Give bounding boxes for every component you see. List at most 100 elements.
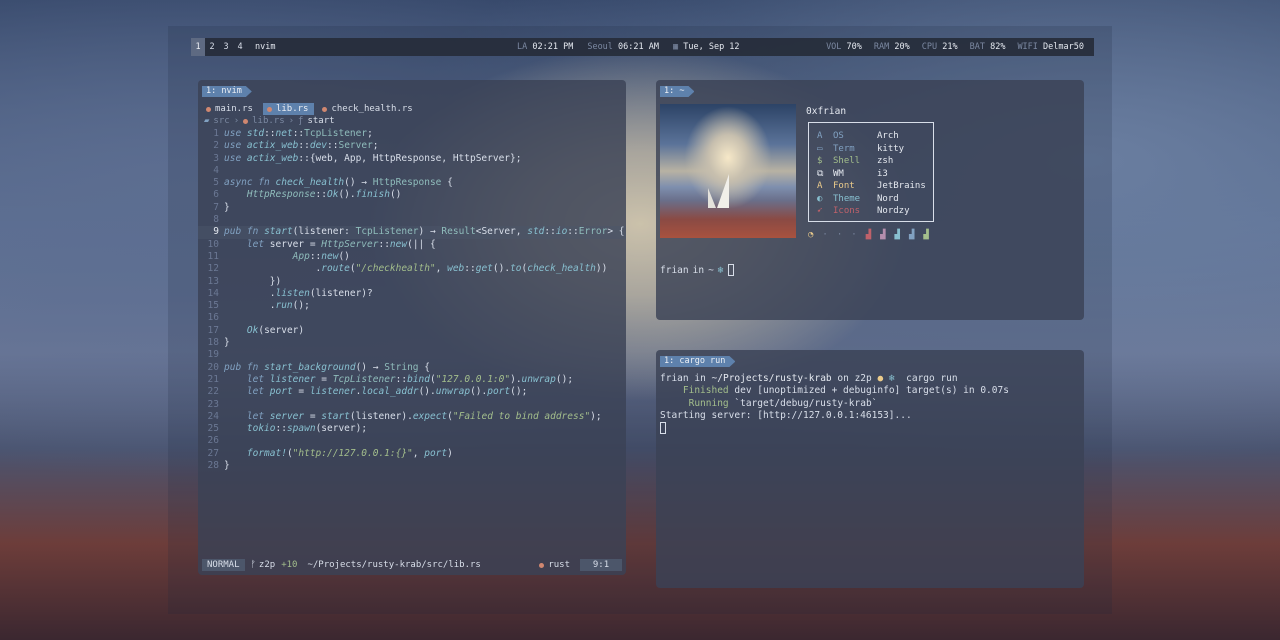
- git-branch: z2p: [258, 560, 276, 570]
- volume-stat[interactable]: VOL 70%: [826, 42, 862, 52]
- terminal-cargo-window[interactable]: 1: cargo run frian in ~/Projects/rusty-k…: [656, 350, 1084, 588]
- info-row-shell: $ Shell zsh: [817, 156, 894, 166]
- workspace-2[interactable]: 2: [205, 38, 219, 56]
- code-line: 21 let listener = TcpListener::bind("127…: [207, 373, 574, 385]
- ghost-icon: ▟: [880, 230, 886, 240]
- code-line-current: 9 pub fn start(listener: TcpListener) → R…: [198, 226, 626, 239]
- fetch-username: 0xfrian: [806, 106, 847, 117]
- code-line: 20 pub fn start_background() → String {: [207, 361, 430, 373]
- rust-file-icon: [539, 562, 545, 568]
- ghost-icon: ▟: [923, 230, 929, 240]
- code-line: 14 .listen(listener)?: [207, 287, 373, 299]
- palette-icon: ◐: [817, 193, 823, 204]
- terminal-icon: ▭: [817, 143, 823, 154]
- code-line: 16: [207, 312, 219, 324]
- code-line: 25 tokio::spawn(server);: [207, 423, 368, 435]
- status-bar: 1 2 3 4 nvim LA 02:21 PM Seoul 06:21 AM …: [191, 38, 1094, 56]
- rust-file-icon: [206, 106, 211, 112]
- info-row-theme: ◐ Theme Nord: [817, 193, 899, 204]
- ghost-icon: ▟: [865, 230, 872, 240]
- code-line: 7}: [213, 201, 230, 213]
- seoul-clock: Seoul 06:21 AM: [587, 42, 659, 52]
- text-cursor: [727, 264, 734, 276]
- cursor-icon: ➹: [817, 206, 823, 216]
- code-line: 18}: [207, 337, 230, 349]
- focused-window-title: nvim: [255, 42, 276, 52]
- battery-stat: BAT 82%: [969, 42, 1006, 52]
- window-tag: 1: nvim: [202, 86, 252, 97]
- workspace-switcher: 1 2 3 4: [191, 38, 247, 56]
- server-start-line: Starting server: [http://127.0.0.1:46153…: [660, 409, 912, 421]
- ghost-icon: ▟: [894, 230, 900, 240]
- workspace-3[interactable]: 3: [219, 38, 233, 56]
- code-line: 22 let port = listener.local_addr().unwr…: [207, 386, 528, 398]
- info-row-os: A OS Arch: [817, 131, 899, 141]
- code-line: 24 let server = start(listener).expect("…: [207, 410, 602, 422]
- sailboat-sail: [717, 174, 729, 208]
- font-icon: A: [817, 181, 823, 191]
- info-row-font: A Font JetBrains: [817, 181, 926, 191]
- code-line: 2 use actix_web::dev::Server;: [213, 140, 379, 152]
- nvim-statusline: NORMAL ᚠ z2p +10 ~/Projects/rusty-krab/s…: [202, 559, 622, 571]
- ghost-icon: ▟: [908, 230, 915, 240]
- wifi-stat[interactable]: WIFI Delmar50: [1017, 42, 1084, 52]
- code-line: 5 async fn check_health() → HttpResponse …: [213, 177, 453, 189]
- code-editor[interactable]: 1 use std::net::TcpListener; 2 use actix_w…: [198, 128, 626, 472]
- code-line: 4: [213, 164, 219, 176]
- cargo-finished-line: Finished dev [unoptimized + debuginfo] t…: [682, 385, 1009, 397]
- window-tag: 1: cargo run: [660, 356, 735, 367]
- code-line: 13 }): [207, 275, 282, 287]
- cpu-stat: CPU 21%: [921, 42, 958, 52]
- nvim-window[interactable]: 1: nvim main.rs lib.rs check_health.rs ▰…: [198, 80, 626, 575]
- rust-file-icon: [243, 118, 249, 124]
- code-line: 8: [213, 214, 219, 226]
- tab-lib-rs[interactable]: lib.rs: [262, 103, 315, 115]
- code-line: 11 App::new(): [207, 250, 350, 262]
- function-icon: ƒ: [298, 116, 304, 126]
- clock-group: LA 02:21 PM Seoul 06:21 AM ▦ Tue, Sep 12: [517, 42, 740, 52]
- pellet-icon: ·: [836, 230, 843, 240]
- code-line: 3 use actix_web::{web, App, HttpResponse,…: [213, 152, 522, 164]
- buffer-tabs: main.rs lib.rs check_health.rs: [202, 103, 419, 115]
- ram-stat: RAM 20%: [873, 42, 910, 52]
- breadcrumb: ▰ src › lib.rs › ƒ start: [204, 116, 335, 126]
- code-line: 6 HttpResponse::Ok().finish(): [213, 189, 402, 201]
- date-display: ▦ Tue, Sep 12: [673, 42, 740, 52]
- info-row-wm: ⧉ WM i3: [817, 168, 888, 179]
- cargo-running-line: Running `target/debug/rusty-krab`: [688, 397, 878, 409]
- arch-icon: A: [817, 131, 823, 141]
- pacman-icon: ◔: [808, 230, 814, 240]
- git-dirty-icon: ●: [877, 373, 884, 384]
- info-row-term: ▭ Term kitty: [817, 143, 905, 154]
- code-line: 28}: [207, 460, 230, 472]
- snowflake-icon: ❄: [717, 264, 724, 276]
- shell-prompt[interactable]: frian in ~ ❄: [660, 264, 734, 276]
- sailboat-sail: [708, 188, 716, 208]
- filetype: rust: [539, 560, 570, 570]
- code-line: 26: [207, 435, 219, 447]
- tab-main-rs[interactable]: main.rs: [202, 103, 259, 115]
- code-line: 15 .run();: [207, 300, 310, 312]
- workspace-4[interactable]: 4: [233, 38, 247, 56]
- text-cursor: [660, 422, 666, 435]
- code-line: 10 let server = HttpServer::new(|| {: [207, 238, 436, 250]
- pellet-icon: ·: [851, 230, 857, 240]
- calendar-icon: ▦: [673, 42, 679, 52]
- rust-file-icon: [266, 106, 272, 112]
- tab-check-health-rs[interactable]: check_health.rs: [318, 103, 418, 115]
- la-clock: LA 02:21 PM: [517, 42, 574, 52]
- rust-file-icon: [322, 106, 328, 112]
- cursor-position: 9:1: [580, 559, 622, 571]
- mode-indicator: NORMAL: [202, 559, 245, 571]
- snowflake-icon: ❄: [888, 373, 895, 384]
- pellet-icon: ·: [822, 230, 828, 240]
- file-path: ~/Projects/rusty-krab/src/lib.rs: [307, 560, 481, 570]
- workspace-1[interactable]: 1: [191, 38, 205, 56]
- folder-icon: ▰: [204, 116, 210, 126]
- code-line: 23: [207, 398, 219, 410]
- git-diff: +10: [281, 560, 298, 570]
- code-line: 27 format!("http://127.0.0.1:{}", port): [207, 447, 453, 459]
- window-tag: 1: ~: [660, 86, 694, 97]
- terminal-output[interactable]: frian in ~/Projects/rusty-krab on z2p ● …: [660, 373, 1009, 435]
- terminal-fetch-window[interactable]: 1: ~ 0xfrian A OS Arch ▭ Term kitty $ Shell zs…: [656, 80, 1084, 320]
